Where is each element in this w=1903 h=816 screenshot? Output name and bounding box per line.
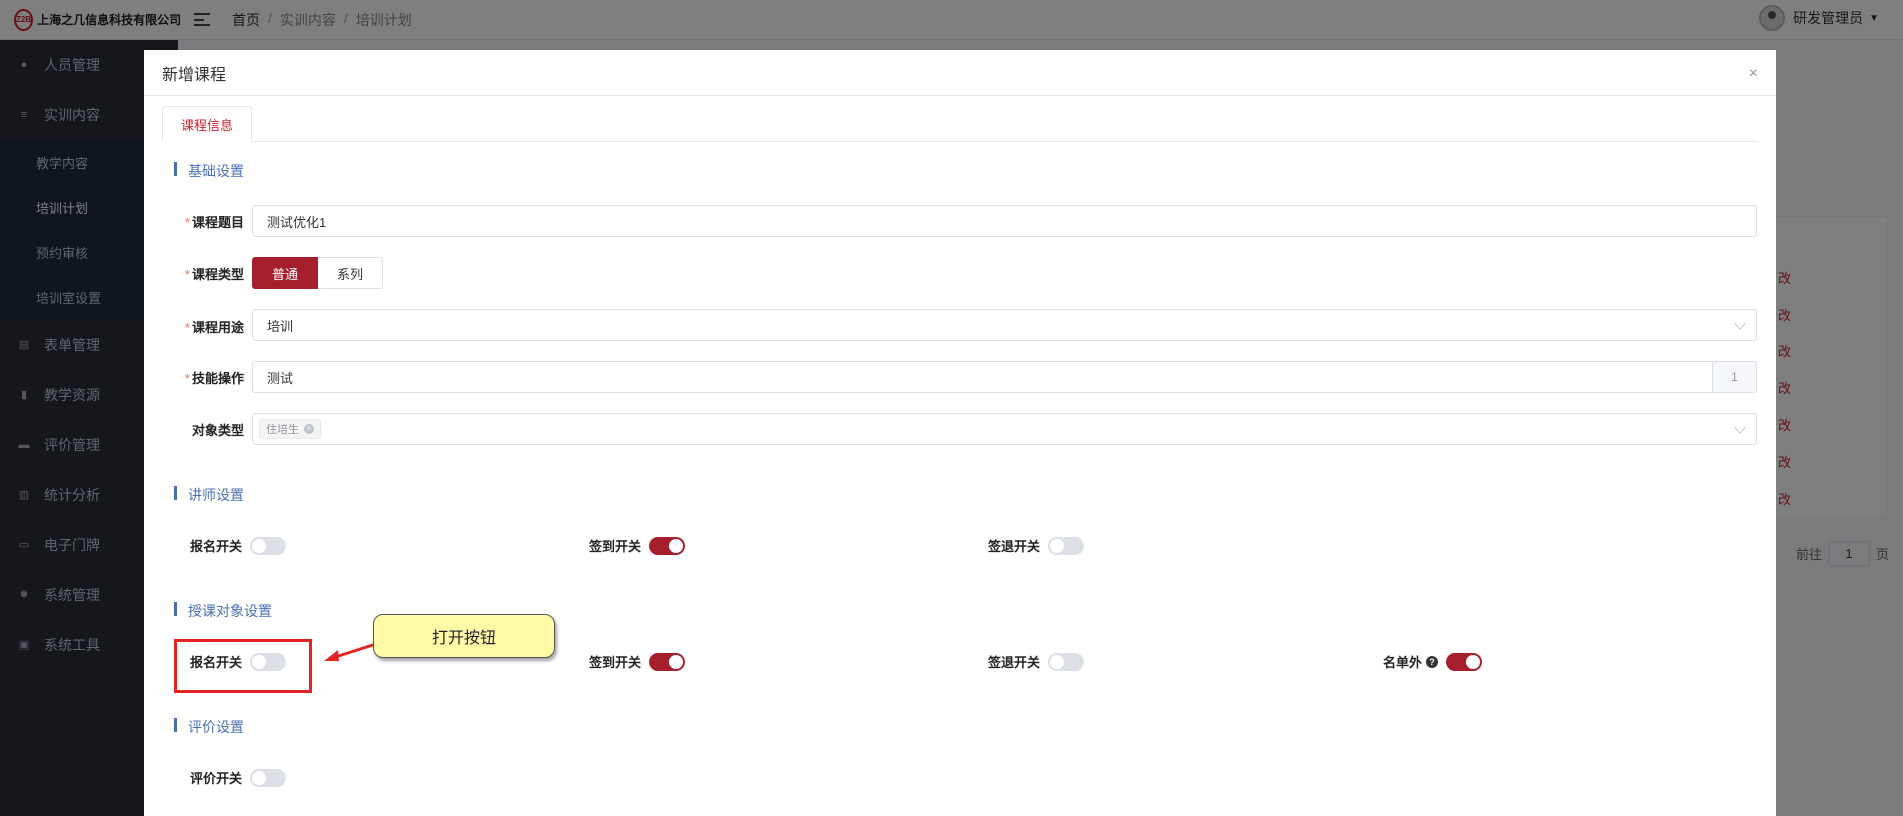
target-type-label: 对象类型: [191, 423, 244, 438]
section-audience-settings: 授课对象设置: [174, 601, 272, 621]
skill-count: 1: [1712, 362, 1756, 392]
target-type-tag: 住培生 ×: [259, 419, 321, 439]
lecturer-signup-switch[interactable]: [250, 536, 287, 555]
annotation-highlight-box: [174, 639, 312, 693]
switch-label: 报名开关: [190, 539, 243, 554]
skill-label: * 技能操作: [184, 371, 244, 386]
course-use-select[interactable]: 培训: [252, 309, 1757, 341]
course-type-label: * 课程类型: [184, 267, 244, 282]
audience-outside-list-group: 名单外 ?: [1383, 652, 1483, 671]
course-title-label: * 课程题目: [184, 215, 244, 230]
audience-checkout-group: 签退开关: [988, 652, 1085, 671]
lecturer-checkout-switch[interactable]: [1048, 536, 1085, 555]
switch-label: 签到开关: [589, 655, 642, 670]
dialog-title: 新增课程: [162, 66, 227, 84]
dialog-header: 新增课程 ×: [144, 50, 1776, 96]
annotation-arrow-icon: [324, 642, 377, 661]
course-type-series-button[interactable]: 系列: [318, 257, 384, 289]
close-icon[interactable]: ×: [1749, 66, 1758, 82]
skill-value: 测试: [267, 370, 294, 386]
course-use-value: 培训: [267, 318, 294, 334]
tag-close-icon[interactable]: ×: [304, 424, 314, 434]
audience-checkin-group: 签到开关: [589, 652, 686, 671]
tab-course-info[interactable]: 课程信息: [162, 106, 253, 142]
add-course-dialog: 新增课程 × 课程信息 基础设置 * 课程题目 测试优化1 * 课程类型 普通 系列…: [144, 50, 1776, 816]
switch-label: 签退开关: [988, 655, 1041, 670]
course-title-input[interactable]: 测试优化1: [252, 205, 1757, 237]
skill-input[interactable]: 测试 1: [252, 361, 1757, 393]
course-use-label: * 课程用途: [184, 320, 244, 335]
lecturer-checkin-switch[interactable]: [649, 536, 686, 555]
target-type-select[interactable]: 住培生 ×: [252, 413, 1757, 445]
audience-outside-list-switch[interactable]: [1446, 652, 1483, 671]
tag-label: 住培生: [266, 424, 299, 436]
evaluation-switch[interactable]: [250, 768, 287, 787]
outside-list-label: 名单外: [1383, 655, 1423, 670]
section-basic-settings: 基础设置: [174, 161, 244, 181]
evaluation-group: 评价开关: [190, 768, 287, 787]
section-lecturer-settings: 讲师设置: [174, 485, 244, 505]
switch-label: 签退开关: [988, 539, 1041, 554]
course-type-toggle: 普通 系列: [252, 257, 384, 289]
course-type-normal-button[interactable]: 普通: [252, 257, 319, 289]
question-icon[interactable]: ?: [1426, 655, 1439, 668]
section-evaluation-settings: 评价设置: [174, 717, 244, 737]
audience-checkout-switch[interactable]: [1048, 652, 1085, 671]
lecturer-checkout-group: 签退开关: [988, 536, 1085, 555]
tab-bar: 课程信息: [162, 106, 1758, 142]
annotation-callout: 打开按钮: [373, 614, 555, 658]
lecturer-signup-group: 报名开关: [190, 536, 287, 555]
switch-label: 签到开关: [589, 539, 642, 554]
switch-label: 评价开关: [190, 771, 243, 786]
chevron-down-icon: [1734, 422, 1746, 434]
audience-checkin-switch[interactable]: [649, 652, 686, 671]
chevron-down-icon: [1734, 318, 1746, 330]
lecturer-checkin-group: 签到开关: [589, 536, 686, 555]
switch-label: 名单外 ?: [1383, 652, 1439, 671]
